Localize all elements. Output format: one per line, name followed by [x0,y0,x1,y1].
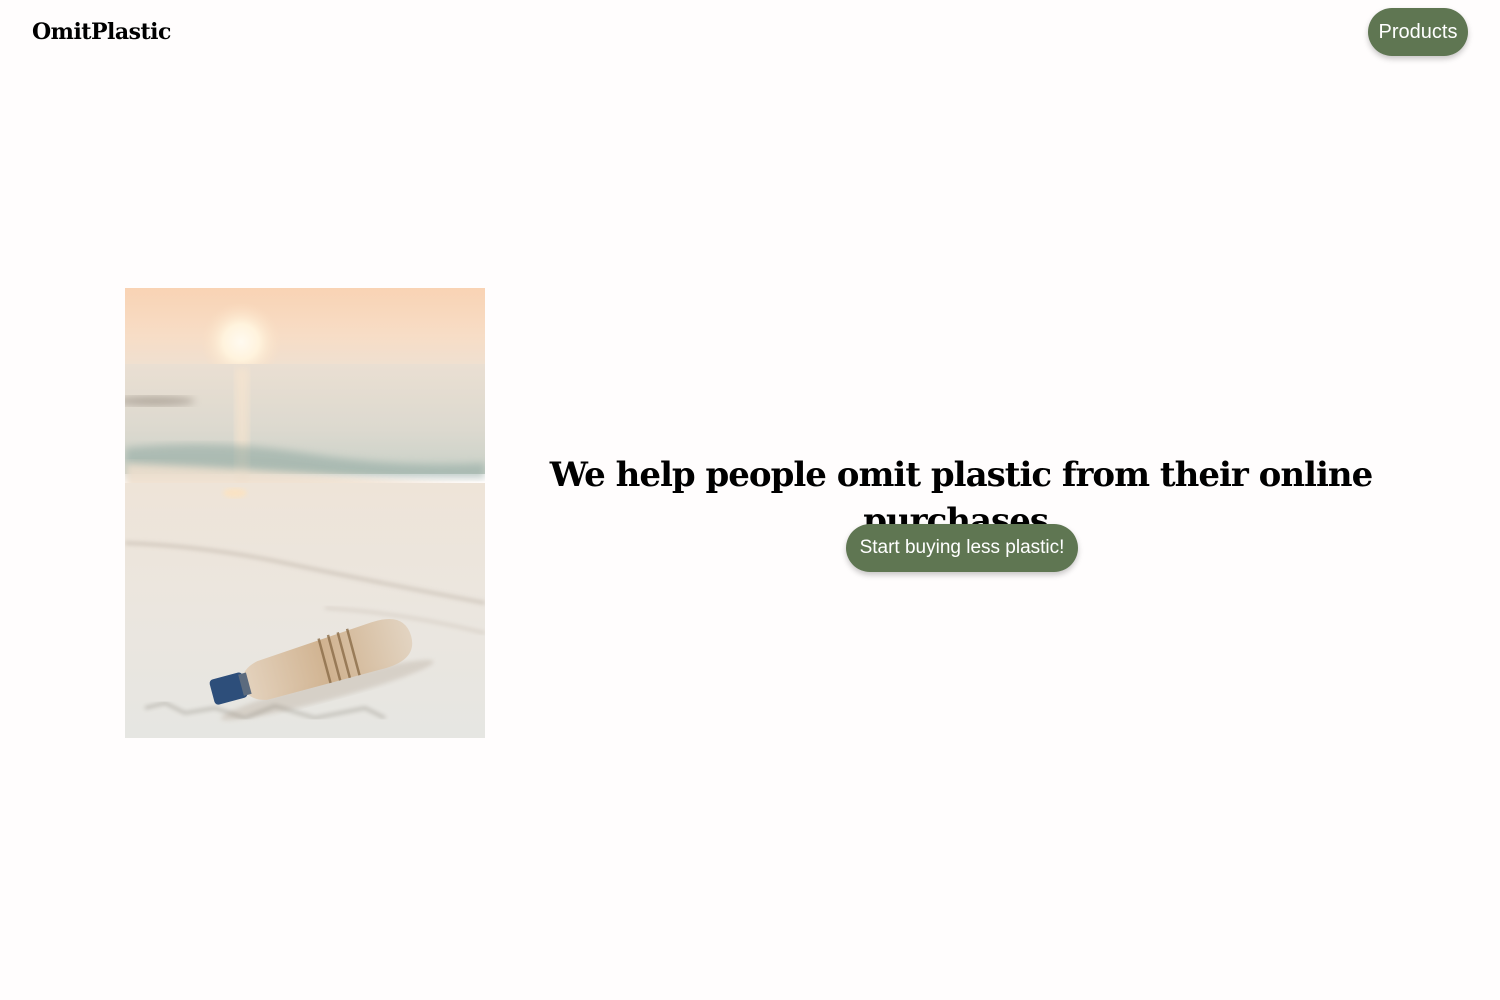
site-logo[interactable]: OmitPlastic [32,16,171,48]
start-buying-button[interactable]: Start buying less plastic! [846,524,1078,572]
site-header: OmitPlastic Products [0,0,1500,64]
beach-plastic-bottle-photo-icon [125,288,485,738]
products-nav-button[interactable]: Products [1368,8,1468,56]
hero-image [125,288,485,738]
